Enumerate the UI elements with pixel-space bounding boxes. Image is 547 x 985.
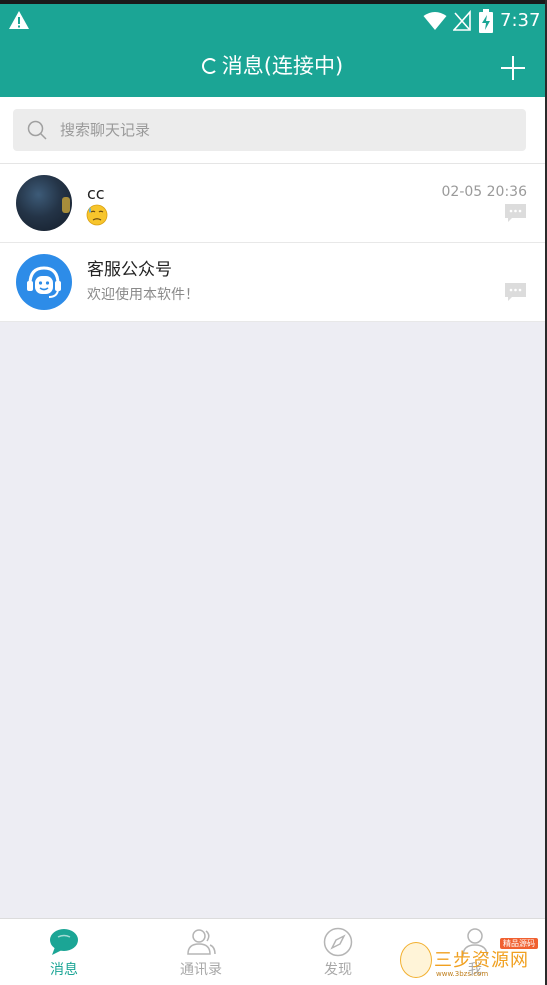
page-title-text: 消息(连接中) <box>221 54 344 78</box>
watermark-text: 三步资源网 <box>434 950 529 971</box>
tab-label: 发现 <box>324 962 352 978</box>
sweat-emoji-icon <box>86 204 108 226</box>
tab-discover[interactable]: 发现 <box>283 919 393 985</box>
conversation-name: 客服公众号 <box>87 260 172 280</box>
page-title: 消息(连接中) <box>0 52 545 80</box>
tab-messages[interactable]: 消息 <box>9 919 119 985</box>
message-bubble-icon <box>505 204 526 222</box>
watermark-tag: 精品源码 <box>500 938 538 949</box>
conversation-name: cc <box>87 184 105 203</box>
conversation-item-service[interactable]: 客服公众号 欢迎使用本软件！ <box>0 243 545 322</box>
wifi-icon <box>423 12 447 30</box>
conversation-list: cc 02-05 20:36 客服公众号 欢迎使用本软件！ <box>0 164 545 322</box>
app-screen: 7:37 消息(连接中) 搜索聊天记录 cc 02-05 20:36 客服公众号… <box>0 0 545 985</box>
watermark-logo: 三步资源网 精品源码 www.3bzs.com <box>396 938 544 982</box>
contacts-icon <box>187 929 216 955</box>
conversation-item-cc[interactable]: cc 02-05 20:36 <box>0 164 545 243</box>
title-bar: 消息(连接中) <box>0 38 545 97</box>
search-section: 搜索聊天记录 <box>0 97 545 164</box>
customer-service-icon <box>16 254 72 310</box>
battery-charging-icon <box>479 9 493 33</box>
compass-icon <box>323 927 353 957</box>
mascot-icon <box>400 942 432 978</box>
tab-label: 通讯录 <box>180 962 222 978</box>
search-placeholder: 搜索聊天记录 <box>60 121 151 139</box>
watermark-subtext: www.3bzs.com <box>436 970 489 978</box>
spinner-icon <box>201 58 218 74</box>
chat-bubble-icon <box>50 929 78 955</box>
warning-icon <box>9 11 29 29</box>
conversation-preview: 欢迎使用本软件！ <box>87 287 199 303</box>
conversation-time: 02-05 20:36 <box>441 184 527 200</box>
plus-icon[interactable] <box>500 55 526 81</box>
tab-contacts[interactable]: 通讯录 <box>146 919 256 985</box>
status-bar: 7:37 <box>0 4 545 38</box>
status-time: 7:37 <box>500 10 541 31</box>
no-signal-icon <box>453 10 471 31</box>
search-icon <box>27 120 47 140</box>
avatar <box>16 175 72 231</box>
tab-label: 消息 <box>50 962 78 978</box>
message-bubble-icon <box>505 283 526 301</box>
search-input[interactable]: 搜索聊天记录 <box>13 109 526 151</box>
